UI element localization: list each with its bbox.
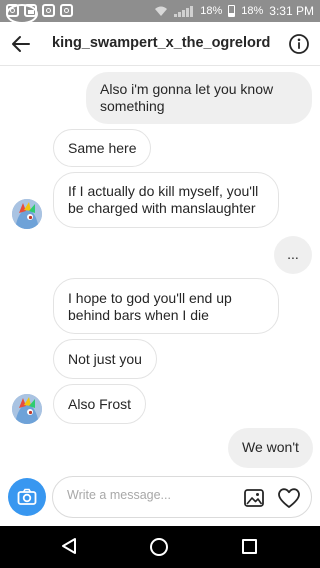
message-text: Not just you [68,351,142,367]
notification-icons [6,4,73,24]
system-navigation-bar [0,526,320,568]
conversation-title[interactable]: king_swampert_x_the_ogrelord [52,35,270,51]
camera-icon [17,488,37,505]
message-bubble-sent[interactable]: Also i'm gonna let you know something [86,72,312,124]
signal-icon [174,5,194,17]
message-text: I hope to god you'll end up behind bars … [68,290,232,323]
nav-recents-icon[interactable] [242,539,257,554]
chat-icon [6,4,38,24]
nav-home-icon[interactable] [150,538,168,556]
instagram-icon [42,4,55,17]
info-icon[interactable] [288,33,310,55]
message-bubble-received[interactable]: If I actually do kill myself, you'll be … [53,172,279,228]
status-bar: 18% 18% 3:31 PM [0,0,320,24]
message-bubble-sent[interactable]: We won't [228,428,313,468]
nav-back-icon[interactable] [60,537,78,555]
gallery-icon[interactable] [243,487,265,509]
message-input[interactable] [67,488,227,502]
message-text: Same here [68,140,137,156]
battery-percent-secondary: 18% [241,5,264,17]
message-text: Also Frost [68,396,132,412]
message-text: Also i'm gonna let you know something [100,81,274,114]
message-text: ... [287,246,299,262]
arrow-left-icon[interactable] [10,33,32,55]
camera-button[interactable] [8,478,46,516]
avatar[interactable] [12,199,42,229]
message-bubble-sent[interactable]: ... [274,236,312,274]
message-text: We won't [242,439,299,455]
wifi-icon [155,6,168,16]
message-composer [52,476,312,518]
message-bubble-received[interactable]: Same here [53,129,152,167]
message-bubble-received[interactable]: I hope to god you'll end up behind bars … [53,278,279,334]
avatar[interactable] [12,394,42,424]
battery-icon [228,5,236,17]
instagram-icon [60,4,73,17]
message-bubble-received[interactable]: Also Frost [53,384,147,424]
system-status: 18% 18% 3:31 PM [154,4,314,18]
avatar-image [12,394,42,424]
message-bubble-received[interactable]: Not just you [53,339,157,379]
clock: 3:31 PM [269,4,314,18]
message-text: If I actually do kill myself, you'll be … [68,183,259,216]
avatar-image [12,199,42,229]
battery-percent: 18% [200,5,223,17]
conversation-header: king_swampert_x_the_ogrelord [0,22,320,66]
heart-icon[interactable] [277,487,301,509]
